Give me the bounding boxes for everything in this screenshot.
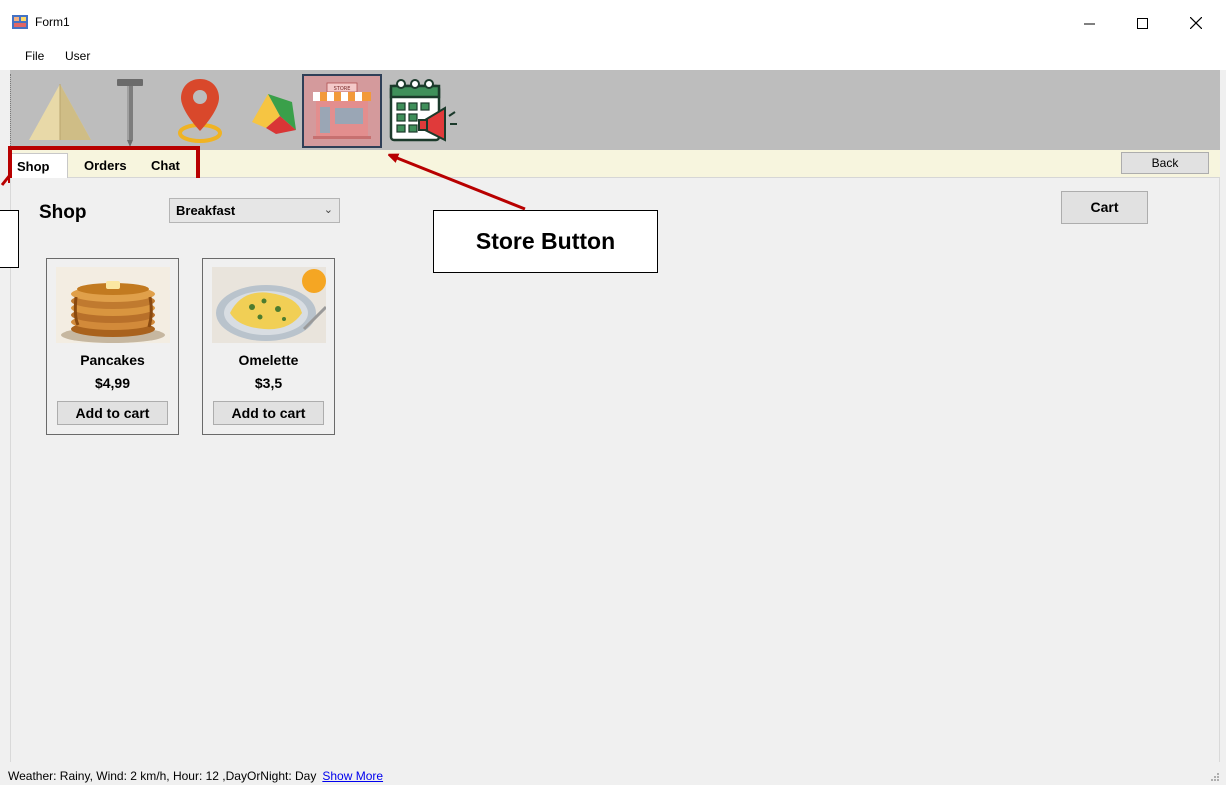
- close-icon: [1190, 17, 1202, 29]
- category-dropdown[interactable]: Breakfast ⌄: [169, 198, 340, 223]
- menu-file[interactable]: File: [25, 49, 44, 63]
- maximize-icon: [1136, 17, 1148, 29]
- weather-status: Weather: Rainy, Wind: 2 km/h, Hour: 12 ,…: [8, 769, 317, 783]
- store-button[interactable]: STORE: [302, 74, 382, 148]
- product-card: Pancakes $4,99 Add to cart: [46, 258, 179, 435]
- show-more-link[interactable]: Show More: [322, 769, 383, 783]
- app-icon: [12, 15, 28, 29]
- store-button-callout: Store Button: [433, 210, 658, 273]
- product-name: Pancakes: [80, 352, 145, 368]
- location-pin-icon: [178, 79, 222, 143]
- chevron-down-icon: ⌄: [323, 204, 333, 216]
- toolbar-grip[interactable]: [10, 74, 13, 146]
- status-bar: Weather: Rainy, Wind: 2 km/h, Hour: 12 ,…: [0, 762, 1226, 785]
- location-tool-button[interactable]: [160, 74, 240, 148]
- shop-heading: Shop: [39, 202, 87, 223]
- add-to-cart-button[interactable]: Add to cart: [57, 401, 168, 425]
- cart-button[interactable]: Cart: [1061, 191, 1148, 224]
- calendar-tool-button[interactable]: [382, 74, 462, 148]
- tent-tool-button[interactable]: [20, 74, 100, 148]
- annotation-callout-left: [0, 210, 19, 268]
- pancakes-image: [56, 267, 170, 343]
- title-bar: Form1: [0, 0, 1226, 44]
- omelette-image: [212, 267, 326, 343]
- nail-tool-button[interactable]: [90, 74, 170, 148]
- toolbar: STORE: [10, 70, 1220, 150]
- product-name: Omelette: [238, 352, 299, 368]
- store-sign-text: STORE: [334, 86, 351, 92]
- menu-user[interactable]: User: [65, 49, 90, 63]
- minimize-icon: [1083, 23, 1095, 24]
- back-button[interactable]: Back: [1121, 152, 1209, 174]
- add-to-cart-button[interactable]: Add to cart: [213, 401, 324, 425]
- product-price: $3,5: [254, 375, 283, 391]
- menu-bar: File User: [0, 44, 1226, 70]
- product-card: Omelette $3,5 Add to cart: [202, 258, 335, 435]
- window-title: Form1: [35, 15, 70, 29]
- product-price: $4,99: [94, 375, 131, 391]
- calendar-megaphone-icon: [389, 79, 457, 142]
- store-icon: STORE: [313, 82, 371, 139]
- minimize-button[interactable]: [1066, 8, 1112, 38]
- category-value: Breakfast: [176, 203, 236, 218]
- tent-icon: [29, 84, 91, 140]
- resize-grip-icon[interactable]: [1210, 772, 1220, 782]
- colorful-shape-icon: [252, 94, 296, 134]
- status-text: Weather: Rainy, Wind: 2 km/h, Hour: 12 ,…: [8, 769, 383, 783]
- close-button[interactable]: [1173, 8, 1219, 38]
- nail-icon: [117, 79, 143, 147]
- maximize-button[interactable]: [1119, 8, 1165, 38]
